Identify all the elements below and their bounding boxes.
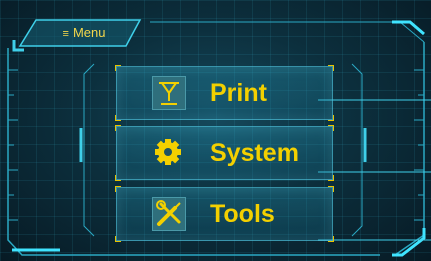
- tools-icon: [152, 197, 186, 231]
- tools-button[interactable]: Tools: [115, 186, 334, 242]
- printer-nozzle-icon: [152, 76, 186, 110]
- hamburger-icon: ≡: [62, 28, 69, 40]
- main-menu-screen: ≡ Menu Print System Tools: [0, 0, 431, 261]
- menu-tab-label: Menu: [72, 25, 106, 40]
- system-button[interactable]: System: [115, 125, 334, 181]
- print-button[interactable]: Print: [115, 65, 334, 121]
- menu-tab[interactable]: ≡ Menu: [34, 22, 134, 44]
- tools-button-label: Tools: [210, 200, 275, 228]
- gear-icon: [152, 136, 184, 168]
- print-button-label: Print: [210, 79, 267, 107]
- system-button-label: System: [210, 139, 299, 167]
